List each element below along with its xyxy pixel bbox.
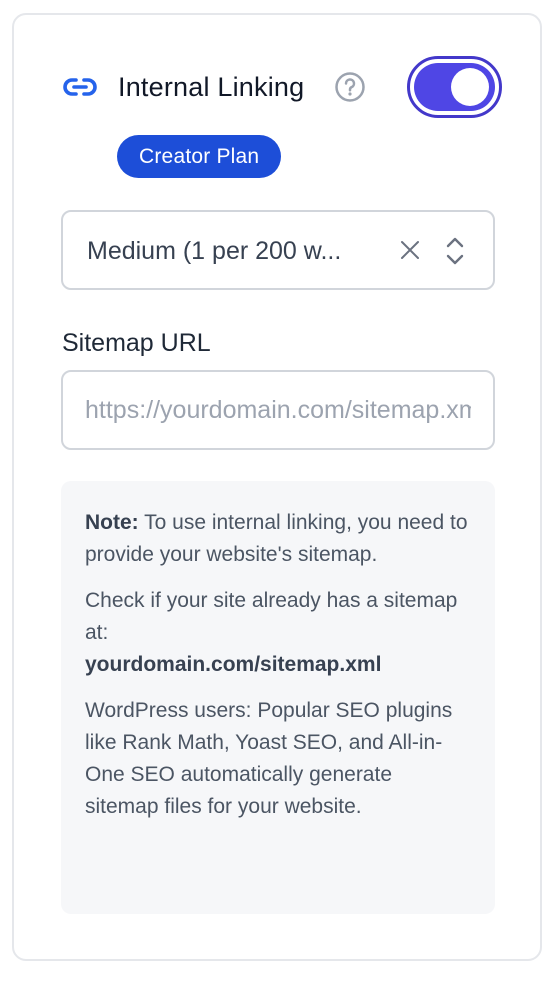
internal-linking-toggle[interactable] [407,56,502,118]
link-frequency-select[interactable]: Medium (1 per 200 w... [61,210,495,290]
note-text: To use internal linking, you need to pro… [85,511,468,566]
section-title: Internal Linking [118,72,305,102]
chevron-up-down-icon [446,237,464,265]
sitemap-note: Note: To use internal linking, you need … [61,481,495,914]
note-paragraph-3: WordPress users: Popular SEO plugins lik… [85,699,453,818]
toggle-knob [451,68,489,106]
note-lead: Note: [85,511,139,534]
close-icon[interactable] [399,239,421,261]
sitemap-url-input[interactable] [61,370,495,450]
internal-linking-header: Internal Linking [62,56,502,118]
note-check-text: Check if your site already has a sitemap… [85,589,458,644]
creator-plan-badge: Creator Plan [117,135,282,178]
select-value: Medium (1 per 200 w... [87,237,342,265]
sitemap-url-label: Sitemap URL [62,329,211,357]
note-paragraph-2: Check if your site already has a sitemap… [85,585,471,681]
link-icon [63,78,97,96]
sitemap-path: yourdomain.com/sitemap.xml [85,653,382,676]
note-paragraph-1: Note: To use internal linking, you need … [85,507,471,571]
toggle-track [414,63,495,111]
help-circle-icon[interactable] [334,71,366,103]
